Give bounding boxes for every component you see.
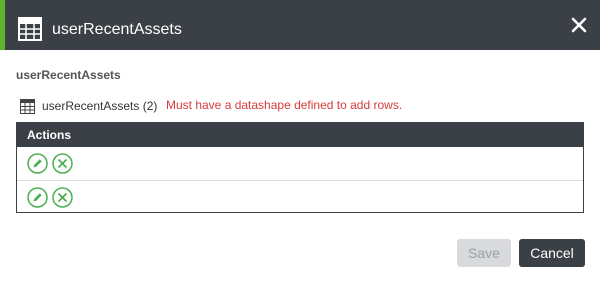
actions-grid: Actions — [16, 122, 584, 213]
save-button[interactable]: Save — [457, 239, 511, 267]
section-label: userRecentAssets — [16, 68, 121, 82]
table-row — [17, 147, 583, 181]
infotable-name: userRecentAssets (2) — [42, 99, 158, 113]
table-row — [17, 181, 583, 214]
delete-icon[interactable] — [52, 187, 73, 208]
header-accent-bar — [0, 0, 5, 50]
table-icon — [18, 17, 42, 41]
infotable-dialog: userRecentAssets userRecentAssets userRe… — [0, 0, 600, 282]
cancel-button[interactable]: Cancel — [519, 239, 585, 267]
delete-icon[interactable] — [52, 153, 73, 174]
dialog-header: userRecentAssets — [0, 0, 600, 50]
table-icon — [20, 99, 35, 114]
error-message: Must have a datashape defined to add row… — [166, 98, 403, 112]
close-icon[interactable] — [570, 15, 588, 35]
edit-icon[interactable] — [27, 153, 48, 174]
edit-icon[interactable] — [27, 187, 48, 208]
dialog-title: userRecentAssets — [52, 21, 182, 38]
grid-header-actions: Actions — [17, 123, 583, 147]
